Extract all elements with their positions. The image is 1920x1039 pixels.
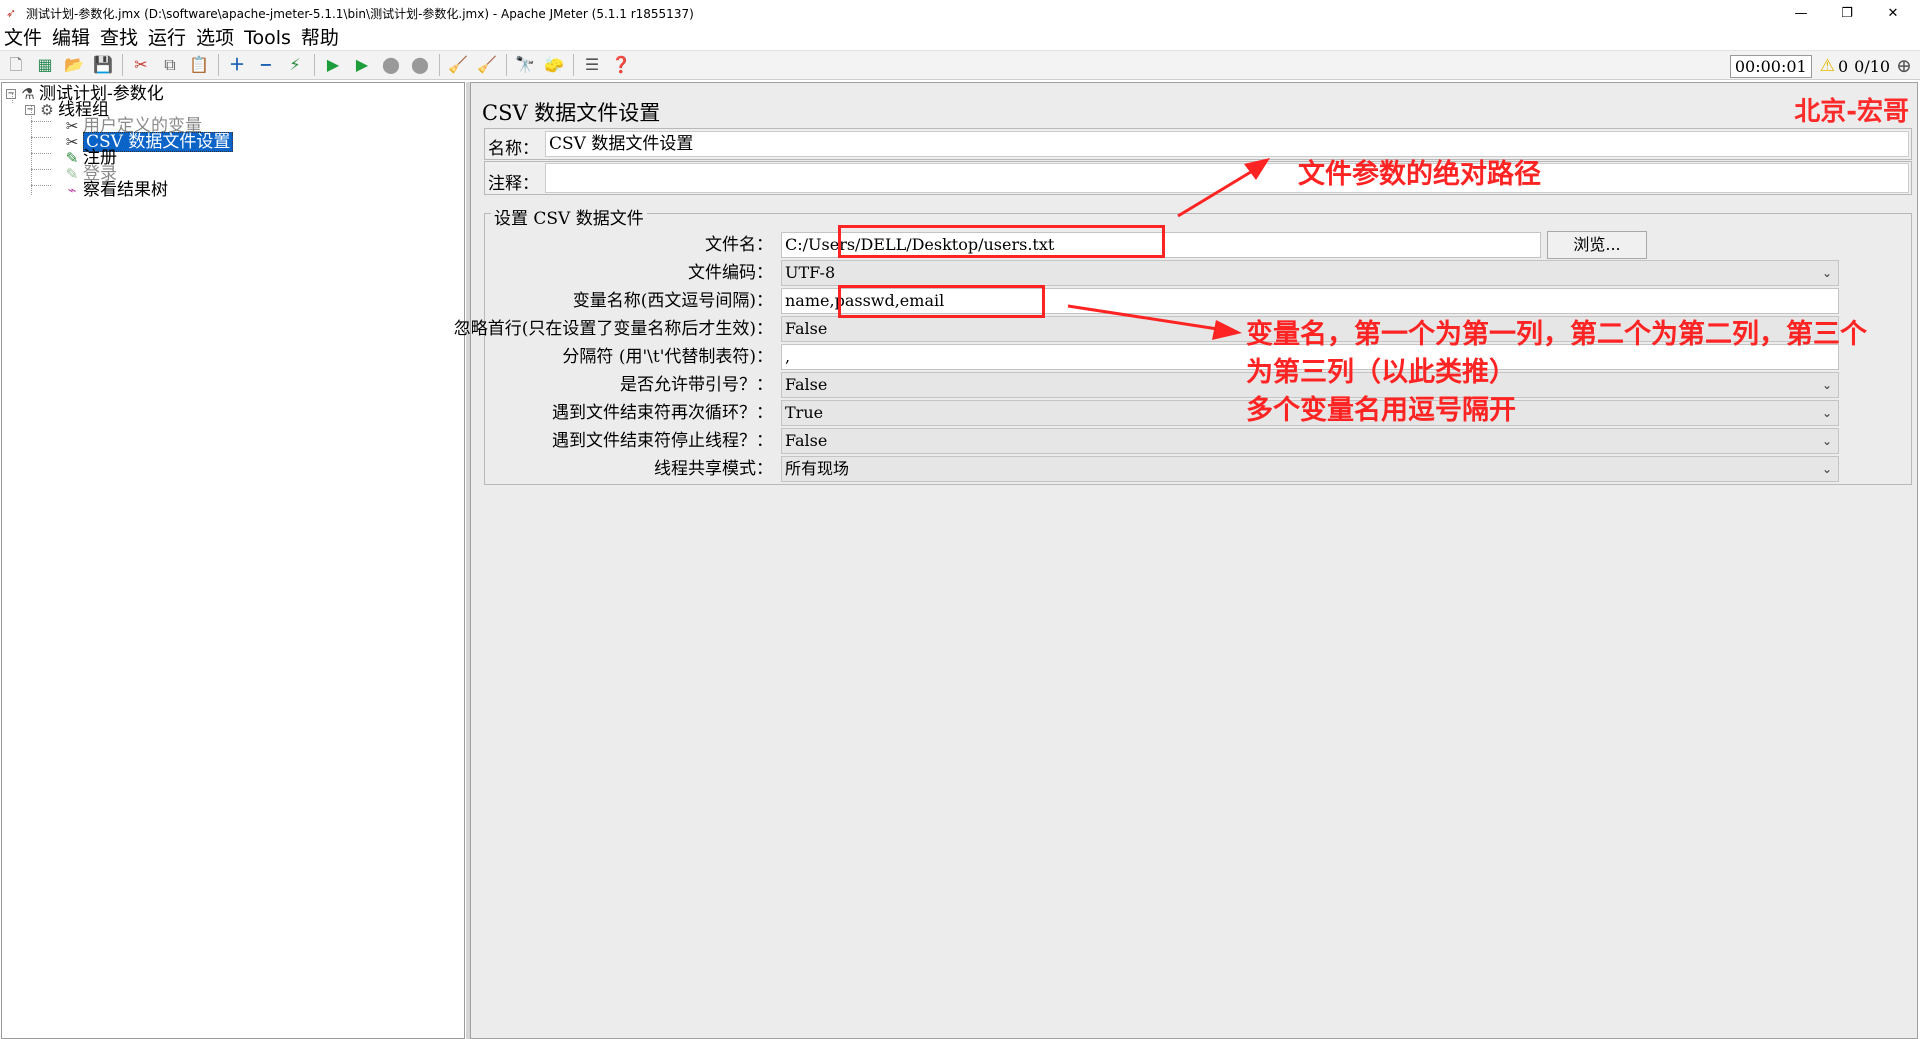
filename-label: 文件名： xyxy=(705,235,773,255)
tree-label: 察看结果树 xyxy=(83,180,168,200)
chevron-down-icon: ⌄ xyxy=(1821,462,1832,476)
menu-edit[interactable]: 编辑 xyxy=(52,26,90,50)
name-label: 名称： xyxy=(488,139,539,159)
chevron-down-icon: ⌄ xyxy=(1821,434,1832,448)
templates-icon[interactable]: ▦ xyxy=(33,53,57,77)
stop-icon[interactable]: ⬤ xyxy=(379,53,403,77)
stop-thread-eof-select[interactable]: False ⌄ xyxy=(781,428,1839,454)
browse-button[interactable]: 浏览... xyxy=(1547,231,1647,259)
chevron-down-icon: ⌄ xyxy=(1821,266,1832,280)
varname-annotation-line2: 为第三列（以此类推） xyxy=(1246,357,1516,388)
toolbar: 🗋 ▦ 📂 💾 ✂ ⧉ 📋 ＋ − ⚡ ▶ ▶ ⬤ ⬤ 🧹 🧹 🔭 🧽 ☰ ❓ … xyxy=(0,50,1920,80)
menu-bar: 文件 编辑 查找 运行 选项 Tools 帮助 xyxy=(0,26,1920,50)
tree-node-result-tree[interactable]: ⌁ 察看结果树 xyxy=(64,181,168,199)
minimize-button[interactable]: — xyxy=(1778,0,1824,26)
brand-watermark: 北京-宏哥 xyxy=(1794,97,1909,127)
csv-config-panel: CSV 数据文件设置 北京-宏哥 名称： CSV 数据文件设置 注释： 设置 C… xyxy=(454,82,1918,1039)
warning-count: 0 xyxy=(1837,56,1849,76)
help-icon[interactable]: ❓ xyxy=(609,53,633,77)
status-area: 00:00:01 ⚠ 0 0/10 ⊕ xyxy=(1729,53,1912,79)
varnames-label: 变量名称(西文逗号间隔)： xyxy=(572,291,773,311)
chart-listener-icon: ⌁ xyxy=(67,181,77,199)
sharing-mode-value: 所有现场 xyxy=(785,459,850,478)
test-plan-tree: − ⚗ 测试计划-参数化 − ⚙ 线程组 ✂ 用户定义的变量 ✂ CSV 数据文… xyxy=(1,82,465,1039)
encoding-select[interactable]: UTF-8 ⌄ xyxy=(781,260,1839,286)
encoding-label: 文件编码： xyxy=(688,263,773,283)
quoted-data-value: False xyxy=(785,375,828,394)
menu-file[interactable]: 文件 xyxy=(4,26,42,50)
save-icon[interactable]: 💾 xyxy=(91,53,115,77)
collapse-toggle[interactable]: − xyxy=(25,105,35,115)
open-icon[interactable]: 📂 xyxy=(62,53,86,77)
start-no-pause-icon[interactable]: ▶ xyxy=(350,53,374,77)
varname-annotation-line1: 变量名，第一个为第一列，第二个为第二列，第三个 xyxy=(1246,319,1867,350)
cut-icon[interactable]: ✂ xyxy=(129,53,153,77)
thread-count: 0/10 xyxy=(1854,56,1891,76)
expand-all-icon[interactable]: ＋ xyxy=(225,53,249,77)
stop-thread-eof-label: 遇到文件结束符停止线程？： xyxy=(552,431,773,451)
remote-globe-icon[interactable]: ⊕ xyxy=(1896,55,1912,77)
sharing-mode-select[interactable]: 所有现场 ⌄ xyxy=(781,456,1839,482)
menu-help[interactable]: 帮助 xyxy=(301,26,339,50)
collapse-all-icon[interactable]: − xyxy=(254,53,278,77)
encoding-value: UTF-8 xyxy=(785,263,836,282)
sharing-mode-label: 线程共享模式： xyxy=(654,459,773,479)
gear-icon: ⚙ xyxy=(40,101,54,119)
chevron-down-icon: ⌄ xyxy=(1821,406,1832,420)
elapsed-timer: 00:00:01 xyxy=(1729,54,1812,78)
ignore-first-line-label: 忽略首行(只在设置了变量名称后才生效)： xyxy=(453,319,773,339)
recycle-eof-label: 遇到文件结束符再次循环？： xyxy=(552,403,773,423)
group-title: 设置 CSV 数据文件 xyxy=(491,204,647,229)
clear-all-icon[interactable]: 🧹 xyxy=(475,53,499,77)
varnames-highlight-box xyxy=(838,285,1045,318)
recycle-eof-value: True xyxy=(785,403,824,422)
reset-search-icon[interactable]: 🧽 xyxy=(542,53,566,77)
window-title: 测试计划-参数化.jmx (D:\software\apache-jmeter-… xyxy=(26,6,694,21)
varname-annotation-line3: 多个变量名用逗号隔开 xyxy=(1246,395,1516,426)
shutdown-icon[interactable]: ⬤ xyxy=(408,53,432,77)
name-row: 名称： CSV 数据文件设置 xyxy=(484,128,1912,160)
name-input[interactable]: CSV 数据文件设置 xyxy=(545,131,1909,157)
restore-button[interactable]: ❐ xyxy=(1824,0,1870,26)
stop-thread-eof-value: False xyxy=(785,431,828,450)
toggle-icon[interactable]: ⚡ xyxy=(283,53,307,77)
copy-icon[interactable]: ⧉ xyxy=(158,53,182,77)
comment-input[interactable] xyxy=(545,163,1909,193)
menu-run[interactable]: 运行 xyxy=(148,26,186,50)
path-annotation: 文件参数的绝对路径 xyxy=(1298,159,1541,190)
title-bar: ➶ 测试计划-参数化.jmx (D:\software\apache-jmete… xyxy=(0,0,1920,26)
search-binoculars-icon[interactable]: 🔭 xyxy=(513,53,537,77)
filename-highlight-box xyxy=(838,225,1165,258)
start-icon[interactable]: ▶ xyxy=(321,53,345,77)
collapse-toggle[interactable]: − xyxy=(6,89,16,99)
delimiter-label: 分隔符 (用'\t'代替制表符)： xyxy=(562,347,773,367)
menu-search[interactable]: 查找 xyxy=(100,26,138,50)
warning-icon[interactable]: ⚠ xyxy=(1820,56,1835,76)
quoted-data-label: 是否允许带引号？： xyxy=(620,375,773,395)
comment-label: 注释： xyxy=(488,174,539,194)
comment-row: 注释： xyxy=(484,161,1912,195)
page-title: CSV 数据文件设置 xyxy=(482,101,661,125)
new-icon[interactable]: 🗋 xyxy=(4,53,28,77)
jmeter-feather-icon: ➶ xyxy=(5,6,17,20)
ignore-first-line-value: False xyxy=(785,319,828,338)
paste-icon[interactable]: 📋 xyxy=(187,53,211,77)
chevron-down-icon: ⌄ xyxy=(1821,378,1832,392)
menu-tools[interactable]: Tools xyxy=(244,26,291,50)
menu-options[interactable]: 选项 xyxy=(196,26,234,50)
clear-icon[interactable]: 🧹 xyxy=(446,53,470,77)
close-button[interactable]: ✕ xyxy=(1870,0,1916,26)
function-helper-icon[interactable]: ☰ xyxy=(580,53,604,77)
